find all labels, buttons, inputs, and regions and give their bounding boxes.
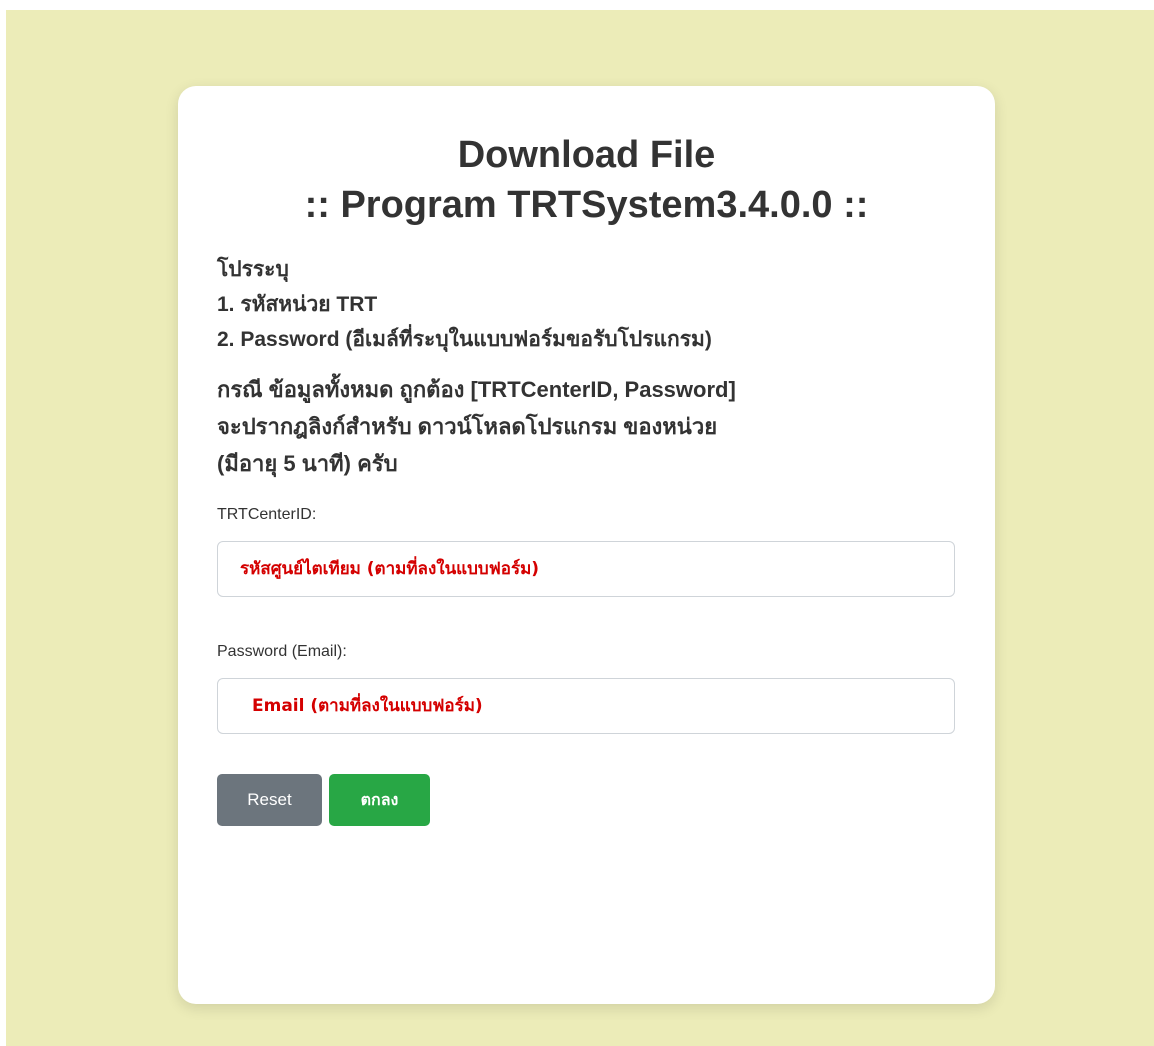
note-line-3: (มีอายุ 5 นาที) ครับ xyxy=(217,451,398,476)
submit-button[interactable]: ตกลง xyxy=(329,774,430,826)
instructions-item-2: 2. Password (อีเมล์ที่ระบุในแบบฟอร์มขอรั… xyxy=(217,328,712,351)
note-line-2: จะปรากฎลิงก์สำหรับ ดาวน์โหลดโปรแกรม ของห… xyxy=(217,414,718,439)
center-id-input[interactable] xyxy=(217,541,955,597)
instructions: โปรระบุ 1. รหัสหน่วย TRT 2. Password (อี… xyxy=(217,252,956,357)
download-card: Download File :: Program TRTSystem3.4.0.… xyxy=(178,86,995,1004)
download-form: TRTCenterID: Password (Email): Reset ตกล… xyxy=(217,506,956,826)
page-background: Download File :: Program TRTSystem3.4.0.… xyxy=(6,10,1154,1046)
instructions-heading: โปรระบุ xyxy=(217,258,289,281)
link-note: กรณี ข้อมูลทั้งหมด ถูกต้อง [TRTCenterID,… xyxy=(217,371,956,482)
form-buttons: Reset ตกลง xyxy=(217,774,956,826)
page-title: Download File :: Program TRTSystem3.4.0.… xyxy=(217,130,956,230)
password-email-input[interactable] xyxy=(217,678,955,734)
note-line-1: กรณี ข้อมูลทั้งหมด ถูกต้อง [TRTCenterID,… xyxy=(217,377,736,402)
title-line-2: :: Program TRTSystem3.4.0.0 :: xyxy=(304,184,869,226)
reset-button[interactable]: Reset xyxy=(217,774,322,826)
center-id-label: TRTCenterID: xyxy=(217,506,317,523)
title-line-1: Download File xyxy=(457,134,716,176)
password-label: Password (Email): xyxy=(217,643,347,660)
instructions-item-1: 1. รหัสหน่วย TRT xyxy=(217,293,378,316)
